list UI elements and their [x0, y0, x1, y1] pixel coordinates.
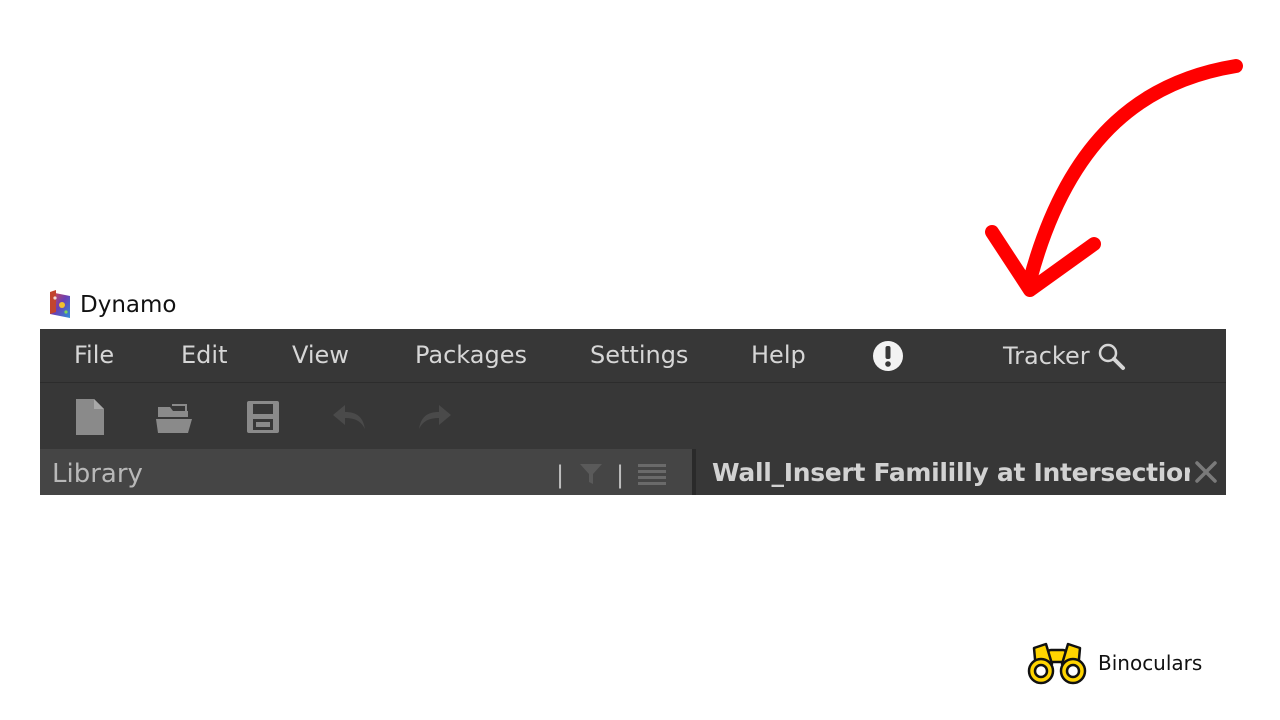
library-separator: |: [556, 461, 565, 489]
binoculars-label: Binoculars: [1098, 651, 1203, 675]
workspace-tab[interactable]: Wall_Insert Famililly at Intersection (V…: [696, 449, 1226, 495]
menu-settings[interactable]: Settings: [590, 341, 688, 369]
menu-tracker[interactable]: Tracker: [1003, 341, 1126, 371]
binoculars-icon: [1027, 642, 1087, 685]
menu-file[interactable]: File: [74, 341, 114, 369]
binoculars-badge: Binoculars: [1026, 640, 1202, 686]
exclamation-circle-icon[interactable]: [872, 340, 904, 372]
library-title: Library: [52, 459, 143, 489]
search-icon: [1098, 343, 1125, 370]
close-icon[interactable]: [1193, 459, 1219, 485]
menu-help[interactable]: Help: [751, 341, 806, 369]
window-title: Dynamo: [80, 292, 177, 318]
red-arrow-annotation: [985, 59, 1243, 297]
menu-packages[interactable]: Packages: [415, 341, 527, 369]
toolbar: [40, 383, 1226, 449]
redo-icon[interactable]: [415, 397, 455, 437]
new-file-icon[interactable]: [70, 397, 110, 437]
open-folder-icon[interactable]: [154, 397, 194, 437]
dynamo-app-panel: File Edit View Packages Settings Help Tr…: [40, 329, 1226, 495]
tracker-label: Tracker: [1003, 342, 1090, 370]
dynamo-logo-icon: [50, 290, 70, 318]
save-icon[interactable]: [243, 397, 283, 437]
list-view-icon[interactable]: [636, 461, 668, 487]
library-header: Library | |: [40, 449, 692, 495]
undo-icon[interactable]: [329, 397, 369, 437]
filter-icon[interactable]: [578, 461, 604, 487]
menu-bar: File Edit View Packages Settings Help Tr…: [40, 329, 1226, 383]
window-title-bar: Dynamo: [46, 289, 176, 321]
menu-edit[interactable]: Edit: [181, 341, 227, 369]
menu-view[interactable]: View: [292, 341, 349, 369]
screen: Dynamo File Edit View Packages Settings …: [0, 0, 1280, 720]
workspace-tab-title: Wall_Insert Famililly at Intersection (V…: [712, 458, 1190, 487]
library-separator: |: [616, 461, 625, 489]
